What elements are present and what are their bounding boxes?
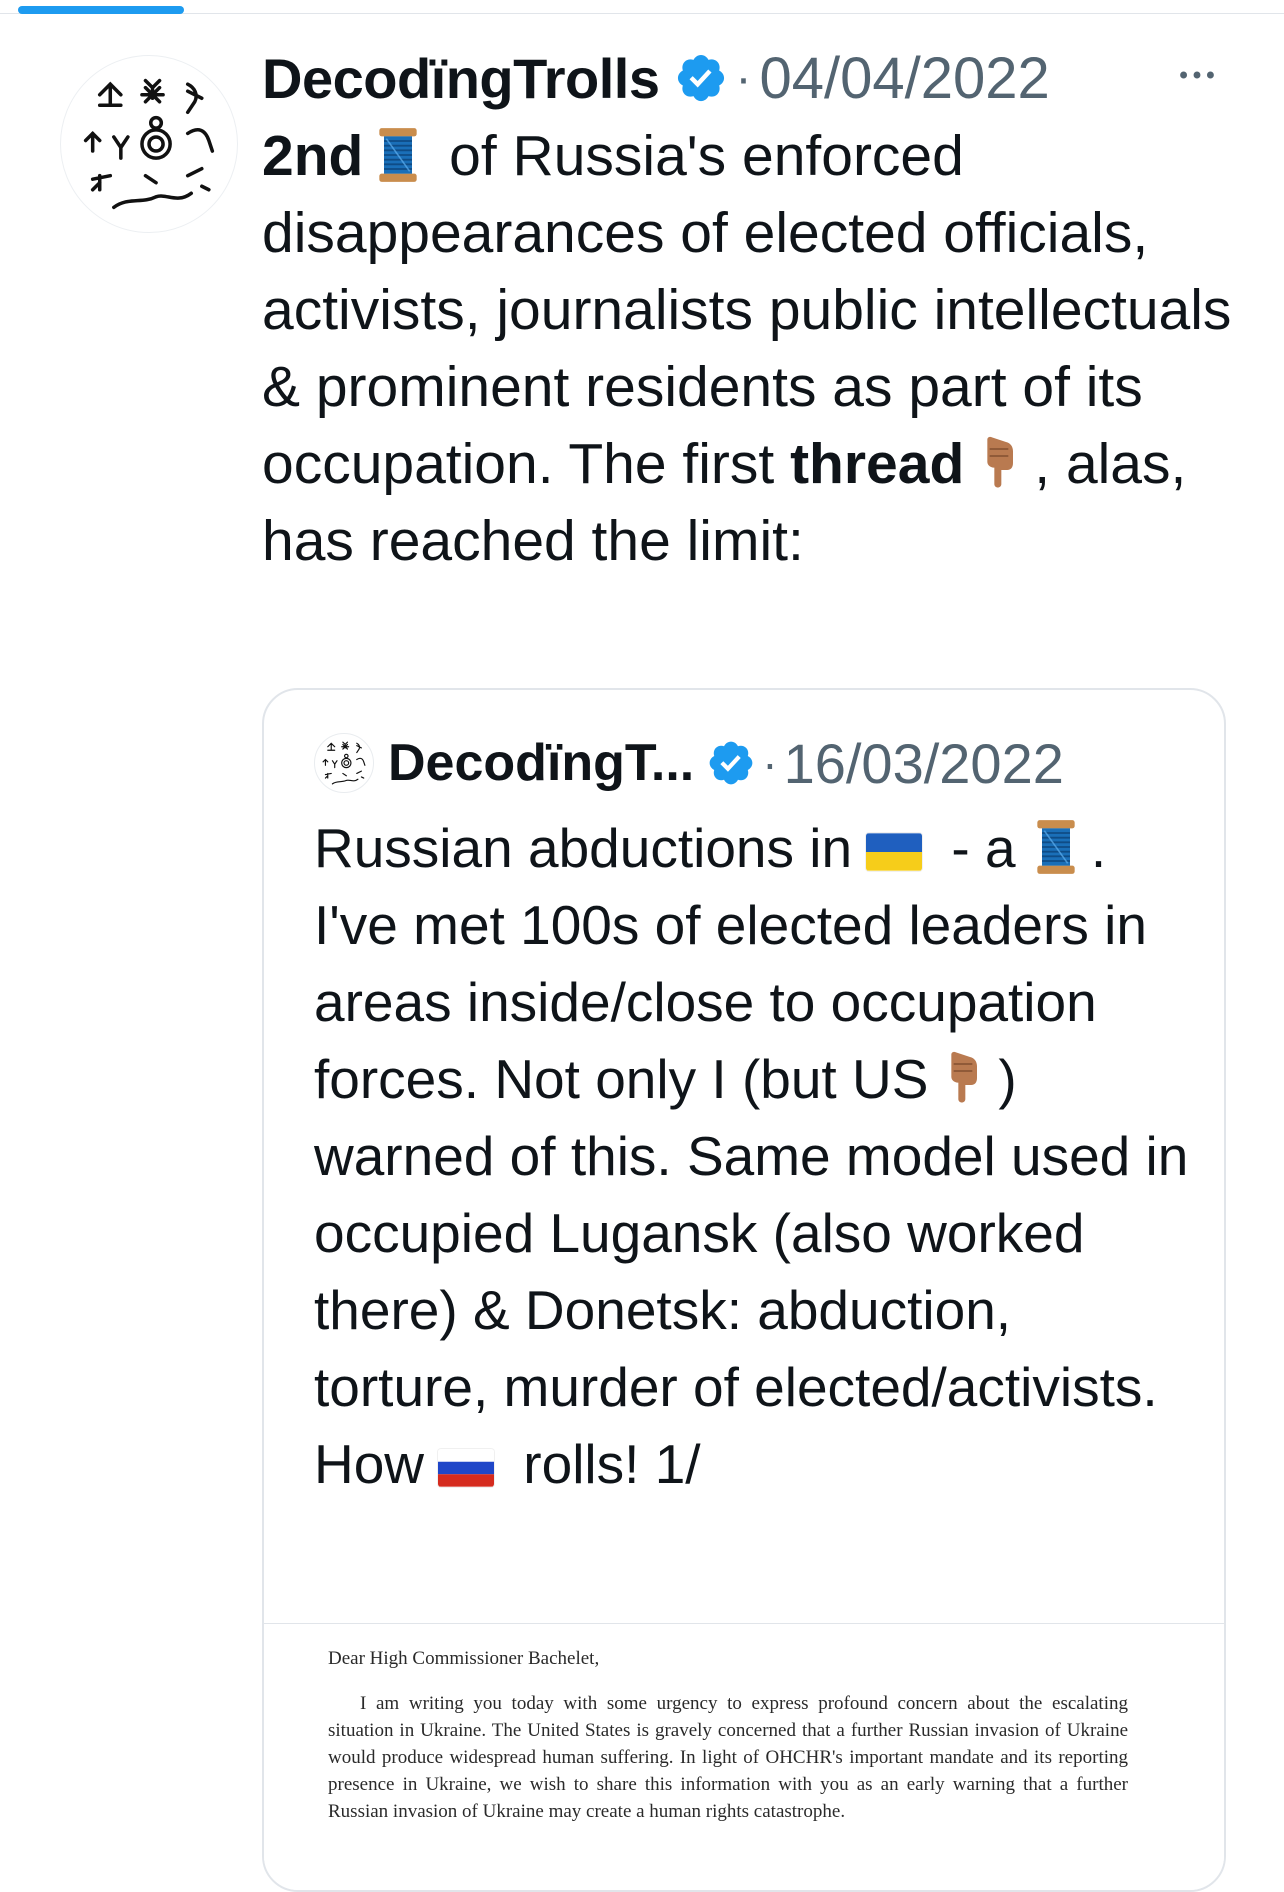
ukraine-flag-emoji [866, 833, 922, 871]
verified-badge-icon[interactable] [674, 51, 728, 105]
backhand-index-pointing-down-emoji [938, 1050, 988, 1106]
tweet-date[interactable]: 04/04/2022 [759, 45, 1049, 112]
avatar[interactable] [60, 55, 238, 233]
scroll-indicator [18, 6, 184, 14]
attached-document-image[interactable]: Dear High Commissioner Bachelet, I am wr… [264, 1623, 1224, 1890]
separator-dot: · [762, 737, 778, 789]
tweet-text-part: 2nd [262, 124, 364, 188]
more-options-icon[interactable] [1172, 50, 1222, 100]
quoted-text-part: Russian abductions in [314, 817, 853, 879]
russia-flag-emoji [438, 1449, 494, 1487]
spool-of-thread-emoji [373, 127, 423, 183]
quoted-tweet-date: 16/03/2022 [783, 731, 1064, 795]
quoted-text-part: ) warned of this. Same model used in occ… [314, 1048, 1189, 1495]
document-body: I am writing you today with some urgency… [328, 1693, 1128, 1822]
quoted-author-name: DecodïngT... [388, 734, 695, 792]
separator-dot: · [735, 51, 752, 105]
tweet-header: DecodïngTrolls · 04/04/2022 [262, 40, 1050, 116]
author-name[interactable]: DecodïngTrolls [262, 46, 660, 111]
petroglyph-avatar-icon [61, 56, 237, 232]
quoted-tweet-card[interactable]: DecodïngT... · 16/03/2022 Russian abduct… [262, 688, 1226, 1892]
verified-badge-icon [706, 738, 756, 788]
quoted-tweet-body: Russian abductions in - a . I've met 100… [314, 810, 1194, 1503]
quoted-text-part: rolls! 1/ [508, 1433, 701, 1495]
top-divider [0, 13, 1284, 14]
tweet-body: 2nd of Russia's enforced disappearances … [262, 118, 1262, 580]
backhand-index-pointing-down-emoji [974, 435, 1024, 491]
petroglyph-avatar-icon [315, 734, 373, 792]
quoted-text-part: - a [936, 817, 1016, 879]
spool-of-thread-emoji [1031, 819, 1081, 875]
thread-link[interactable]: thread [790, 432, 964, 496]
quoted-tweet-header: DecodïngT... · 16/03/2022 [314, 728, 1064, 798]
quoted-avatar [314, 733, 374, 793]
document-salutation: Dear High Commissioner Bachelet, [328, 1648, 600, 1669]
